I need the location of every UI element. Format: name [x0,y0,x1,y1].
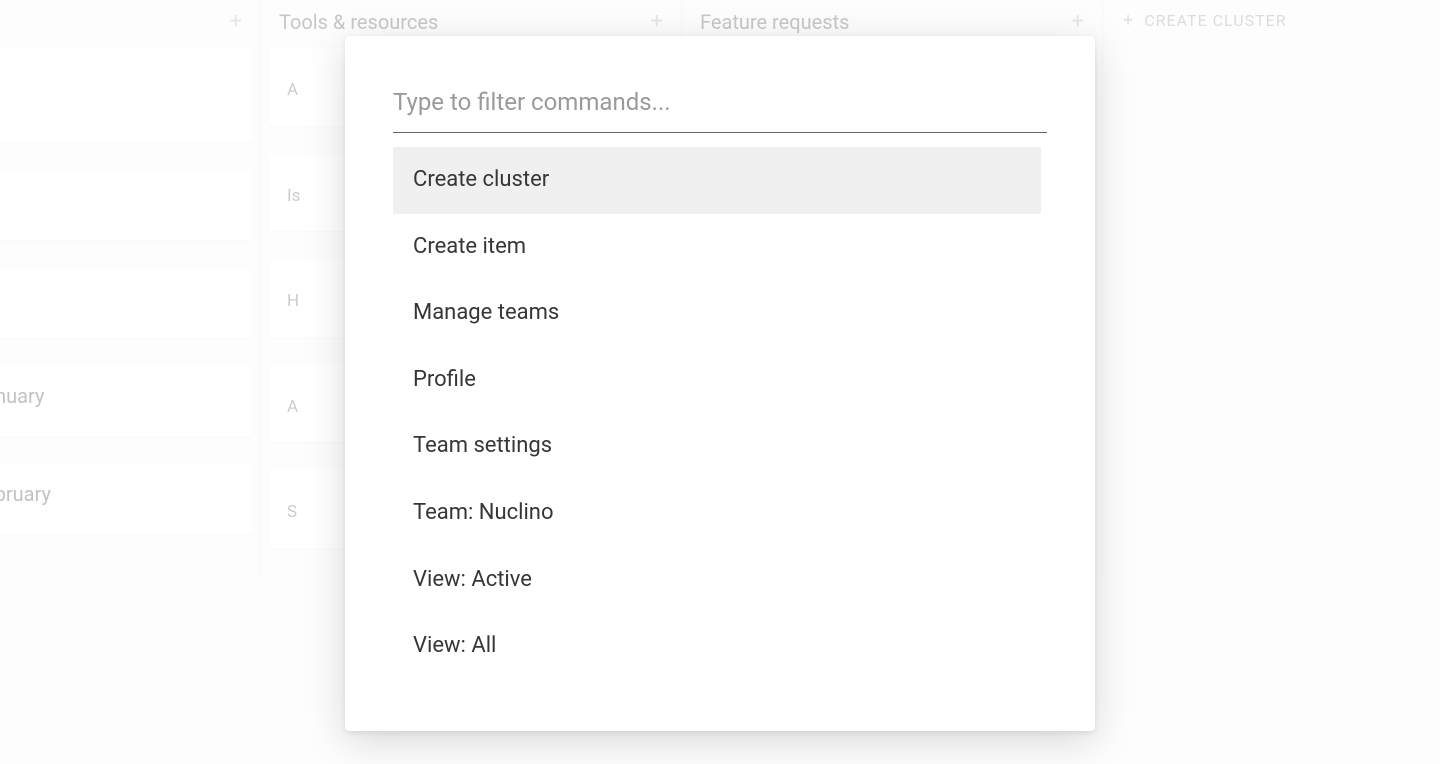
command-item-create-cluster[interactable]: Create cluster [393,147,1041,214]
command-list-container: Create cluster Create item Manage teams … [393,147,1047,707]
command-item-team-settings[interactable]: Team settings [393,413,1041,480]
command-item-view-active[interactable]: View: Active [393,547,1041,614]
command-item-manage-teams[interactable]: Manage teams [393,280,1041,347]
command-item-view-all[interactable]: View: All [393,613,1041,680]
command-palette: Create cluster Create item Manage teams … [345,36,1095,731]
command-item-create-item[interactable]: Create item [393,214,1041,281]
command-list[interactable]: Create cluster Create item Manage teams … [393,147,1047,707]
command-item-profile[interactable]: Profile [393,347,1041,414]
command-item-team-nuclino[interactable]: Team: Nuclino [393,480,1041,547]
command-input[interactable] [393,78,1047,133]
